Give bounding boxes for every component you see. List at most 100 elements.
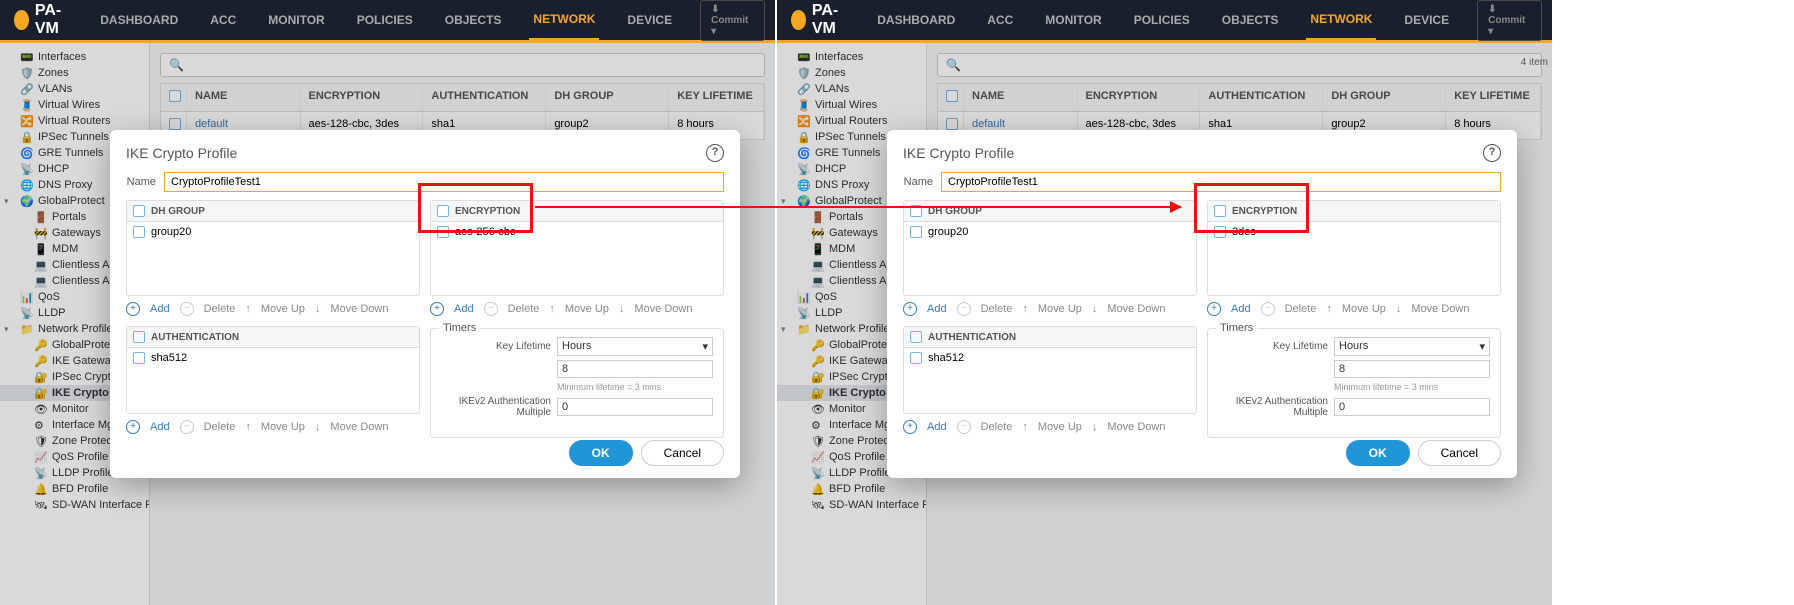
moveup-icon[interactable]: ↑	[1326, 303, 1332, 315]
add-icon[interactable]: +	[126, 302, 140, 316]
auth-row[interactable]: sha512	[904, 348, 1196, 368]
nav-acc[interactable]: ACC	[206, 1, 240, 39]
nav-network[interactable]: NETWORK	[529, 0, 599, 41]
delete-icon[interactable]: −	[1261, 302, 1275, 316]
dh-select-all[interactable]	[133, 205, 145, 217]
moveup-icon[interactable]: ↑	[549, 303, 555, 315]
add-button[interactable]: Add	[927, 421, 947, 433]
nav-network[interactable]: NETWORK	[1306, 0, 1376, 41]
help-icon[interactable]: ?	[1483, 144, 1501, 162]
delete-icon[interactable]: −	[484, 302, 498, 316]
ikev2-label: IKEv2 Authentication Multiple	[1218, 396, 1328, 418]
cancel-button[interactable]: Cancel	[641, 440, 724, 466]
ike-crypto-profile-modal: IKE Crypto Profile ? Name DH GROUP group…	[887, 130, 1517, 478]
moveup-button[interactable]: Move Up	[1038, 303, 1082, 315]
delete-button[interactable]: Delete	[1285, 303, 1317, 315]
commit-button[interactable]: ⬇ Commit ▾	[1477, 0, 1542, 41]
nav-dashboard[interactable]: DASHBOARD	[96, 1, 182, 39]
movedown-icon[interactable]: ↓	[1396, 303, 1402, 315]
moveup-icon[interactable]: ↑	[1022, 421, 1028, 433]
movedown-button[interactable]: Move Down	[1107, 303, 1165, 315]
movedown-button[interactable]: Move Down	[634, 303, 692, 315]
nav-objects[interactable]: OBJECTS	[441, 1, 506, 39]
nav-dashboard[interactable]: DASHBOARD	[873, 1, 959, 39]
help-icon[interactable]: ?	[706, 144, 724, 162]
moveup-button[interactable]: Move Up	[261, 421, 305, 433]
delete-button[interactable]: Delete	[981, 303, 1013, 315]
add-button[interactable]: Add	[927, 303, 947, 315]
key-lifetime-unit-select[interactable]: Hours▾	[557, 337, 713, 356]
add-icon[interactable]: +	[430, 302, 444, 316]
enc-row[interactable]: 3des	[1208, 222, 1500, 242]
enc-row[interactable]: aes-256-cbc	[431, 222, 723, 242]
movedown-icon[interactable]: ↓	[315, 421, 321, 433]
ok-button[interactable]: OK	[1346, 440, 1410, 466]
moveup-button[interactable]: Move Up	[565, 303, 609, 315]
dh-row-checkbox[interactable]	[133, 226, 145, 238]
movedown-icon[interactable]: ↓	[1092, 421, 1098, 433]
key-lifetime-value-input[interactable]: 8	[1334, 360, 1490, 378]
ok-button[interactable]: OK	[569, 440, 633, 466]
enc-row-checkbox[interactable]	[1214, 226, 1226, 238]
enc-select-all[interactable]	[1214, 205, 1226, 217]
auth-row-checkbox[interactable]	[910, 352, 922, 364]
movedown-button[interactable]: Move Down	[1411, 303, 1469, 315]
commit-button[interactable]: ⬇ Commit ▾	[700, 0, 765, 41]
nav-policies[interactable]: POLICIES	[353, 1, 417, 39]
cancel-button[interactable]: Cancel	[1418, 440, 1501, 466]
nav-policies[interactable]: POLICIES	[1130, 1, 1194, 39]
nav-objects: OBJECTS	[1218, 1, 1283, 39]
delete-icon[interactable]: −	[180, 420, 194, 434]
enc-header: ENCRYPTION	[1232, 206, 1297, 217]
name-input[interactable]	[164, 172, 724, 192]
delete-button[interactable]: Delete	[981, 421, 1013, 433]
movedown-icon[interactable]: ↓	[619, 303, 625, 315]
nav-device[interactable]: DEVICE	[623, 1, 676, 39]
key-lifetime-value-input[interactable]: 8	[557, 360, 713, 378]
nav-monitor[interactable]: MONITOR	[1041, 1, 1105, 39]
movedown-button[interactable]: Move Down	[1107, 421, 1165, 433]
ikev2-value-input[interactable]: 0	[1334, 398, 1490, 416]
moveup-icon[interactable]: ↑	[245, 303, 251, 315]
auth-select-all[interactable]	[910, 331, 922, 343]
dh-row[interactable]: group20	[904, 222, 1196, 242]
add-icon[interactable]: +	[1207, 302, 1221, 316]
ikev2-label: IKEv2 Authentication Multiple	[441, 396, 551, 418]
dh-row-checkbox[interactable]	[910, 226, 922, 238]
nav-monitor[interactable]: MONITOR	[264, 1, 328, 39]
add-icon[interactable]: +	[903, 420, 917, 434]
key-lifetime-unit-select[interactable]: Hours▾	[1334, 337, 1490, 356]
delete-icon[interactable]: −	[957, 420, 971, 434]
name-input[interactable]	[941, 172, 1501, 192]
moveup-icon[interactable]: ↑	[245, 421, 251, 433]
auth-select-all[interactable]	[133, 331, 145, 343]
add-icon[interactable]: +	[126, 420, 140, 434]
movedown-icon[interactable]: ↓	[1092, 303, 1098, 315]
moveup-icon[interactable]: ↑	[1022, 303, 1028, 315]
add-button[interactable]: Add	[150, 303, 170, 315]
enc-select-all[interactable]	[437, 205, 449, 217]
auth-row[interactable]: sha512	[127, 348, 419, 368]
dh-row[interactable]: group20	[127, 222, 419, 242]
movedown-icon[interactable]: ↓	[315, 303, 321, 315]
movedown-button[interactable]: Move Down	[330, 421, 388, 433]
delete-button[interactable]: Delete	[508, 303, 540, 315]
delete-button[interactable]: Delete	[204, 421, 236, 433]
nav-acc[interactable]: ACC	[983, 1, 1017, 39]
add-icon[interactable]: +	[903, 302, 917, 316]
delete-button[interactable]: Delete	[204, 303, 236, 315]
auth-row-checkbox[interactable]	[133, 352, 145, 364]
moveup-button[interactable]: Move Up	[261, 303, 305, 315]
ikev2-value-input[interactable]: 0	[557, 398, 713, 416]
add-button[interactable]: Add	[454, 303, 474, 315]
delete-icon[interactable]: −	[957, 302, 971, 316]
brand-logo: PA-VM	[791, 2, 849, 38]
add-button[interactable]: Add	[150, 421, 170, 433]
moveup-button[interactable]: Move Up	[1342, 303, 1386, 315]
enc-row-checkbox[interactable]	[437, 226, 449, 238]
add-button[interactable]: Add	[1231, 303, 1251, 315]
nav-device[interactable]: DEVICE	[1400, 1, 1453, 39]
movedown-button[interactable]: Move Down	[330, 303, 388, 315]
moveup-button[interactable]: Move Up	[1038, 421, 1082, 433]
delete-icon[interactable]: −	[180, 302, 194, 316]
